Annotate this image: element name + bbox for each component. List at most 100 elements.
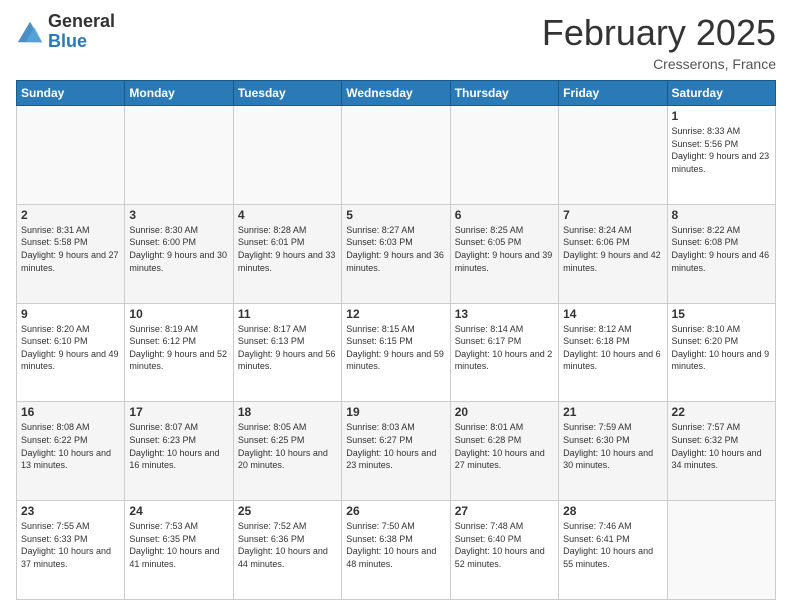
col-monday: Monday [125, 81, 233, 106]
day-number: 14 [563, 307, 662, 321]
day-info: Sunrise: 7:53 AMSunset: 6:35 PMDaylight:… [129, 520, 228, 570]
day-number: 4 [238, 208, 337, 222]
day-info: Sunrise: 7:48 AMSunset: 6:40 PMDaylight:… [455, 520, 554, 570]
calendar-cell: 5 Sunrise: 8:27 AMSunset: 6:03 PMDaylight… [342, 204, 450, 303]
logo-text: General Blue [48, 12, 115, 52]
day-number: 1 [672, 109, 771, 123]
calendar-cell [233, 106, 341, 205]
col-wednesday: Wednesday [342, 81, 450, 106]
day-number: 2 [21, 208, 120, 222]
day-number: 27 [455, 504, 554, 518]
calendar-cell: 19 Sunrise: 8:03 AMSunset: 6:27 PMDayligh… [342, 402, 450, 501]
location: Cresserons, France [542, 56, 776, 72]
day-info: Sunrise: 7:57 AMSunset: 6:32 PMDaylight:… [672, 421, 771, 471]
week-row-4: 16Sunrise: 8:08 AMSunset: 6:22 PMDayligh… [17, 402, 776, 501]
calendar-cell: 8 Sunrise: 8:22 AMSunset: 6:08 PMDaylight… [667, 204, 775, 303]
day-info: Sunrise: 7:59 AMSunset: 6:30 PMDaylight:… [563, 421, 662, 471]
calendar-cell: 12 Sunrise: 8:15 AMSunset: 6:15 PMDayligh… [342, 303, 450, 402]
day-number: 24 [129, 504, 228, 518]
day-number: 13 [455, 307, 554, 321]
calendar-cell: 21 Sunrise: 7:59 AMSunset: 6:30 PMDayligh… [559, 402, 667, 501]
calendar-cell: 3 Sunrise: 8:30 AMSunset: 6:00 PMDaylight… [125, 204, 233, 303]
calendar-header: Sunday Monday Tuesday Wednesday Thursday… [17, 81, 776, 106]
day-info: Sunrise: 8:17 AMSunset: 6:13 PMDaylight:… [238, 323, 337, 373]
title-block: February 2025 Cresserons, France [542, 12, 776, 72]
day-info: Sunrise: 7:52 AMSunset: 6:36 PMDaylight:… [238, 520, 337, 570]
calendar-cell: 1 Sunrise: 8:33 AMSunset: 5:56 PMDaylight… [667, 106, 775, 205]
day-info: Sunrise: 8:19 AMSunset: 6:12 PMDaylight:… [129, 323, 228, 373]
calendar-cell: 23Sunrise: 7:55 AMSunset: 6:33 PMDayligh… [17, 501, 125, 600]
day-info: Sunrise: 8:14 AMSunset: 6:17 PMDaylight:… [455, 323, 554, 373]
calendar-cell: 24 Sunrise: 7:53 AMSunset: 6:35 PMDayligh… [125, 501, 233, 600]
day-number: 9 [21, 307, 120, 321]
day-number: 22 [672, 405, 771, 419]
day-number: 18 [238, 405, 337, 419]
logo-blue: Blue [48, 32, 115, 52]
day-info: Sunrise: 8:24 AMSunset: 6:06 PMDaylight:… [563, 224, 662, 274]
month-title: February 2025 [542, 12, 776, 54]
day-number: 5 [346, 208, 445, 222]
calendar-cell: 11 Sunrise: 8:17 AMSunset: 6:13 PMDayligh… [233, 303, 341, 402]
calendar-cell: 28Sunrise: 7:46 AMSunset: 6:41 PMDayligh… [559, 501, 667, 600]
calendar-cell: 16Sunrise: 8:08 AMSunset: 6:22 PMDayligh… [17, 402, 125, 501]
day-info: Sunrise: 8:27 AMSunset: 6:03 PMDaylight:… [346, 224, 445, 274]
day-info: Sunrise: 8:07 AMSunset: 6:23 PMDaylight:… [129, 421, 228, 471]
day-info: Sunrise: 7:50 AMSunset: 6:38 PMDaylight:… [346, 520, 445, 570]
col-sunday: Sunday [17, 81, 125, 106]
day-number: 15 [672, 307, 771, 321]
col-friday: Friday [559, 81, 667, 106]
day-info: Sunrise: 8:01 AMSunset: 6:28 PMDaylight:… [455, 421, 554, 471]
logo-icon [16, 18, 44, 46]
week-row-2: 2 Sunrise: 8:31 AMSunset: 5:58 PMDaylight… [17, 204, 776, 303]
day-info: Sunrise: 8:30 AMSunset: 6:00 PMDaylight:… [129, 224, 228, 274]
calendar-cell: 15Sunrise: 8:10 AMSunset: 6:20 PMDayligh… [667, 303, 775, 402]
page: General Blue February 2025 Cresserons, F… [0, 0, 792, 612]
week-row-1: 1 Sunrise: 8:33 AMSunset: 5:56 PMDaylight… [17, 106, 776, 205]
day-number: 25 [238, 504, 337, 518]
day-number: 3 [129, 208, 228, 222]
calendar-cell: 10 Sunrise: 8:19 AMSunset: 6:12 PMDayligh… [125, 303, 233, 402]
calendar-cell: 2 Sunrise: 8:31 AMSunset: 5:58 PMDaylight… [17, 204, 125, 303]
day-info: Sunrise: 8:12 AMSunset: 6:18 PMDaylight:… [563, 323, 662, 373]
week-row-5: 23Sunrise: 7:55 AMSunset: 6:33 PMDayligh… [17, 501, 776, 600]
col-saturday: Saturday [667, 81, 775, 106]
col-tuesday: Tuesday [233, 81, 341, 106]
day-number: 28 [563, 504, 662, 518]
calendar-cell: 9 Sunrise: 8:20 AMSunset: 6:10 PMDaylight… [17, 303, 125, 402]
calendar-cell: 22 Sunrise: 7:57 AMSunset: 6:32 PMDayligh… [667, 402, 775, 501]
day-number: 20 [455, 405, 554, 419]
day-info: Sunrise: 8:33 AMSunset: 5:56 PMDaylight:… [672, 125, 771, 175]
day-number: 11 [238, 307, 337, 321]
calendar-cell: 26 Sunrise: 7:50 AMSunset: 6:38 PMDayligh… [342, 501, 450, 600]
day-number: 16 [21, 405, 120, 419]
day-number: 10 [129, 307, 228, 321]
day-info: Sunrise: 8:31 AMSunset: 5:58 PMDaylight:… [21, 224, 120, 274]
day-number: 12 [346, 307, 445, 321]
logo-general: General [48, 12, 115, 32]
calendar-cell [667, 501, 775, 600]
day-info: Sunrise: 8:15 AMSunset: 6:15 PMDaylight:… [346, 323, 445, 373]
calendar-cell: 13 Sunrise: 8:14 AMSunset: 6:17 PMDayligh… [450, 303, 558, 402]
day-number: 19 [346, 405, 445, 419]
day-info: Sunrise: 8:03 AMSunset: 6:27 PMDaylight:… [346, 421, 445, 471]
calendar-cell: 6Sunrise: 8:25 AMSunset: 6:05 PMDaylight… [450, 204, 558, 303]
calendar-cell: 27 Sunrise: 7:48 AMSunset: 6:40 PMDayligh… [450, 501, 558, 600]
logo: General Blue [16, 12, 115, 52]
days-of-week-row: Sunday Monday Tuesday Wednesday Thursday… [17, 81, 776, 106]
calendar-cell [17, 106, 125, 205]
day-number: 21 [563, 405, 662, 419]
day-info: Sunrise: 8:22 AMSunset: 6:08 PMDaylight:… [672, 224, 771, 274]
day-number: 26 [346, 504, 445, 518]
calendar-cell: 4Sunrise: 8:28 AMSunset: 6:01 PMDaylight… [233, 204, 341, 303]
day-info: Sunrise: 8:20 AMSunset: 6:10 PMDaylight:… [21, 323, 120, 373]
calendar-cell [342, 106, 450, 205]
calendar-cell: 17 Sunrise: 8:07 AMSunset: 6:23 PMDayligh… [125, 402, 233, 501]
calendar-body: 1 Sunrise: 8:33 AMSunset: 5:56 PMDaylight… [17, 106, 776, 600]
day-info: Sunrise: 7:55 AMSunset: 6:33 PMDaylight:… [21, 520, 120, 570]
calendar-cell: 20 Sunrise: 8:01 AMSunset: 6:28 PMDayligh… [450, 402, 558, 501]
calendar-cell: 7Sunrise: 8:24 AMSunset: 6:06 PMDaylight… [559, 204, 667, 303]
day-info: Sunrise: 8:25 AMSunset: 6:05 PMDaylight:… [455, 224, 554, 274]
day-number: 8 [672, 208, 771, 222]
col-thursday: Thursday [450, 81, 558, 106]
day-number: 17 [129, 405, 228, 419]
